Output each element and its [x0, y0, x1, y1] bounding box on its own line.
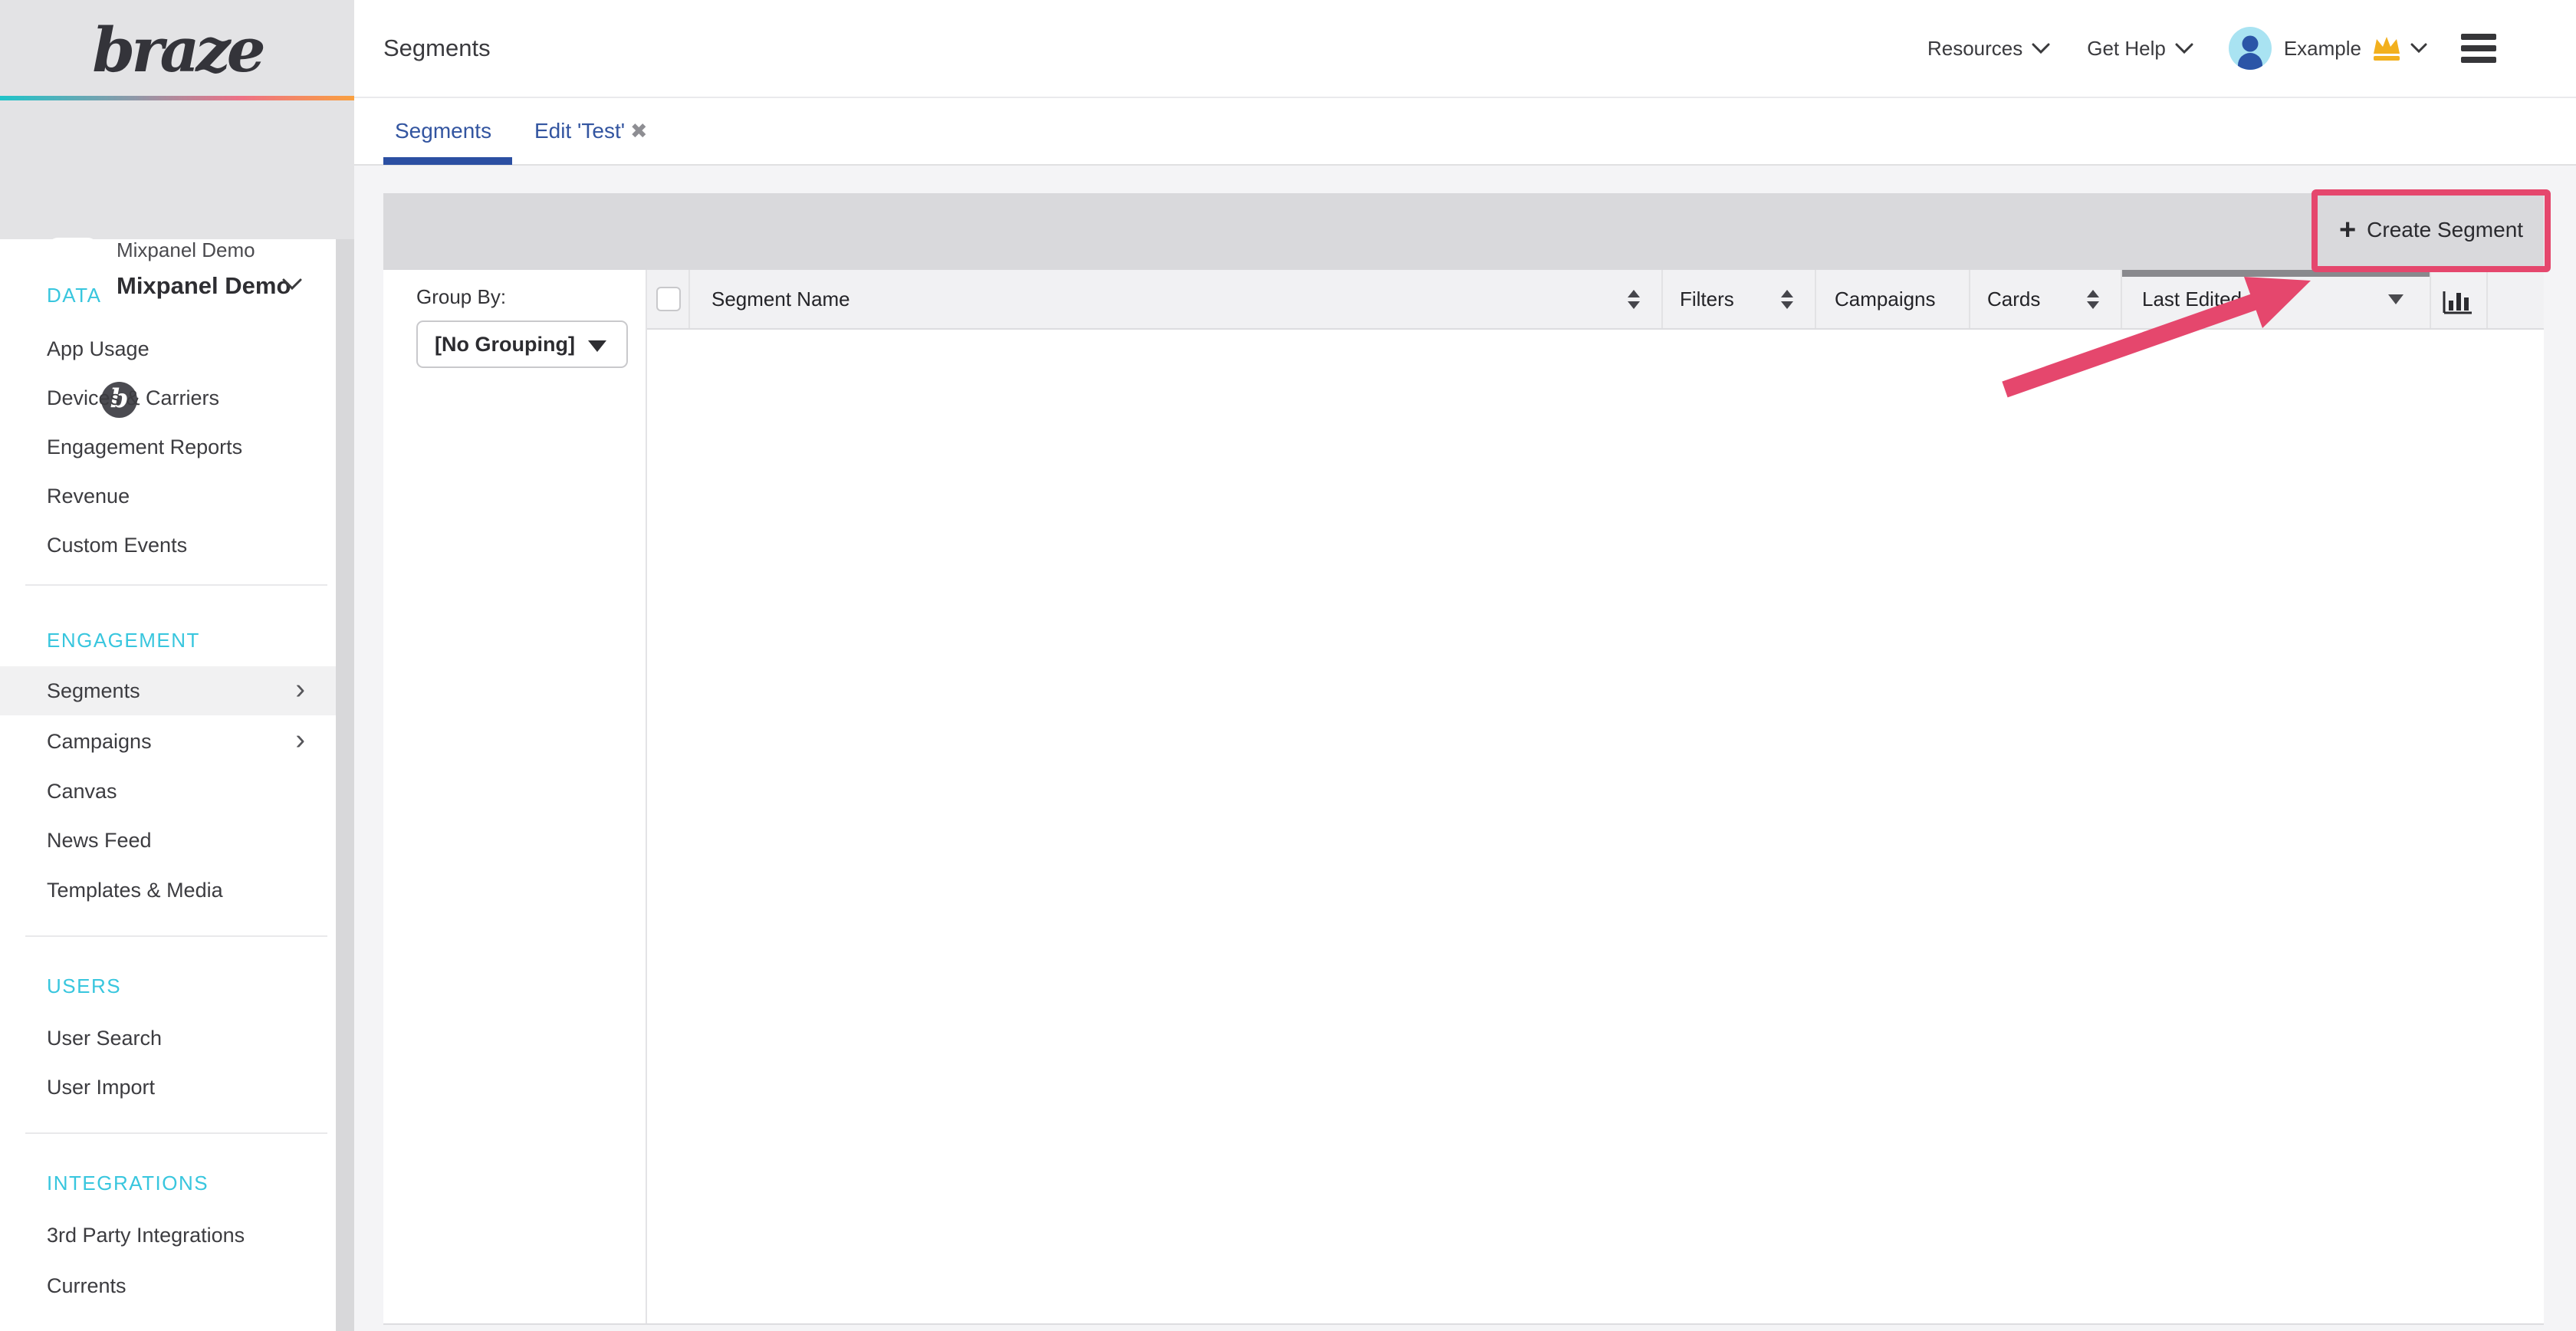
chevron-down-icon[interactable]: [2410, 43, 2427, 54]
column-label: Filters: [1680, 288, 1734, 311]
segments-table-header: Segment Name Filters Campaigns Cards Las…: [647, 270, 2544, 330]
chevron-right-icon: ›: [295, 717, 305, 763]
caret-down-icon: [588, 340, 606, 352]
sort-icon[interactable]: [2087, 290, 2099, 309]
page-title: Segments: [383, 0, 491, 97]
sidebar-item-revenue[interactable]: Revenue: [0, 472, 336, 521]
hamburger-menu-icon[interactable]: [2461, 34, 2496, 63]
sort-icon[interactable]: [1781, 290, 1793, 309]
workspace-type-label: Mixpanel Demo: [117, 238, 255, 262]
column-label: Cards: [1987, 288, 2040, 311]
sidebar-item-app-usage[interactable]: App Usage: [0, 324, 336, 373]
active-tab-underline: [383, 157, 512, 165]
column-label: Campaigns: [1835, 288, 1936, 311]
logo-block: braze: [0, 0, 354, 96]
sidebar-scrollbar[interactable]: [336, 239, 354, 1331]
topbar-right: Resources Get Help Example: [1927, 0, 2496, 97]
segments-table-body: [647, 330, 2544, 1325]
column-header-filters[interactable]: Filters: [1661, 270, 1815, 328]
sidebar-item-user-search[interactable]: User Search: [0, 1014, 336, 1063]
topbar: Segments Resources Get Help Example: [354, 0, 2576, 98]
workspace-selector[interactable]: b Mixpanel Demo Mixpanel Demo: [0, 100, 354, 239]
chevron-right-icon: ›: [295, 666, 305, 712]
sort-desc-icon: [2388, 294, 2404, 304]
sidebar-item-currents[interactable]: Currents: [0, 1261, 336, 1310]
group-by-dropdown[interactable]: [No Grouping]: [416, 320, 628, 368]
braze-logo: braze: [0, 14, 354, 86]
resources-label: Resources: [1927, 37, 2022, 61]
tab-bar: Segments Edit 'Test' ✖: [354, 98, 2576, 166]
workspace-name: Mixpanel Demo: [117, 272, 291, 300]
close-icon[interactable]: ✖: [630, 98, 648, 164]
select-all-checkbox[interactable]: [656, 287, 681, 311]
sidebar-section-engagement: ENGAGEMENT: [47, 629, 200, 652]
segments-toolbar: Include archived segments + Create Segme…: [383, 193, 2544, 270]
chevron-down-icon: [2175, 43, 2193, 54]
column-divider: [2486, 270, 2488, 328]
group-by-panel: Group By: [No Grouping]: [383, 270, 647, 1325]
sidebar-item-custom-events[interactable]: Custom Events: [0, 521, 336, 570]
sidebar-item-label: Segments: [47, 679, 140, 702]
sidebar-item-news-feed[interactable]: News Feed: [0, 816, 336, 865]
tab-segments[interactable]: Segments: [395, 98, 491, 164]
sidebar-item-canvas[interactable]: Canvas: [0, 767, 336, 816]
sidebar-divider: [25, 935, 327, 937]
bar-chart-icon: [2441, 282, 2475, 316]
user-name[interactable]: Example: [2284, 37, 2361, 61]
sidebar-item-engagement-reports[interactable]: Engagement Reports: [0, 422, 336, 472]
sidebar-section-integrations: INTEGRATIONS: [47, 1172, 209, 1195]
sidebar-section-data: DATA: [47, 284, 101, 307]
column-header-last-edited[interactable]: Last Edited: [2121, 270, 2430, 328]
sidebar-divider: [25, 584, 327, 586]
column-label: Last Edited: [2142, 288, 2242, 311]
tab-edit-test[interactable]: Edit 'Test': [534, 98, 625, 164]
sidebar-item-label: Campaigns: [47, 730, 152, 753]
chevron-down-icon[interactable]: [282, 278, 302, 291]
create-segment-label: Create Segment: [2367, 218, 2523, 242]
chevron-down-icon: [2032, 43, 2050, 54]
user-avatar[interactable]: [2229, 27, 2272, 70]
card-bottom-border: [383, 1323, 2544, 1325]
plus-icon: +: [2339, 214, 2356, 247]
sidebar-item-segments[interactable]: Segments ›: [0, 666, 336, 715]
resources-menu[interactable]: Resources: [1927, 37, 2050, 61]
column-header-segment-name[interactable]: Segment Name: [688, 270, 1661, 328]
get-help-label: Get Help: [2087, 37, 2166, 61]
sidebar-item-templates-media[interactable]: Templates & Media: [0, 866, 336, 915]
sidebar-item-campaigns[interactable]: Campaigns ›: [0, 717, 336, 766]
create-segment-button[interactable]: + Create Segment: [2319, 197, 2543, 263]
sidebar-item-user-import[interactable]: User Import: [0, 1063, 336, 1112]
sidebar-item-3rd-party-integrations[interactable]: 3rd Party Integrations: [0, 1211, 336, 1260]
column-header-analytics[interactable]: [2430, 270, 2486, 328]
column-label: Segment Name: [711, 288, 850, 311]
column-header-campaigns[interactable]: Campaigns: [1815, 270, 1969, 328]
sidebar: braze b Mixpanel Demo Mixpanel Demo DATA…: [0, 0, 354, 1331]
sidebar-divider: [25, 1132, 327, 1134]
crown-icon: [2371, 35, 2403, 62]
sidebar-item-devices-carriers[interactable]: Devices & Carriers: [0, 373, 336, 422]
column-header-cards[interactable]: Cards: [1969, 270, 2121, 328]
sidebar-section-users: USERS: [47, 974, 121, 998]
get-help-menu[interactable]: Get Help: [2087, 37, 2193, 61]
group-by-value: [No Grouping]: [435, 333, 575, 357]
group-by-label: Group By:: [416, 285, 506, 309]
sort-icon[interactable]: [1628, 290, 1640, 309]
